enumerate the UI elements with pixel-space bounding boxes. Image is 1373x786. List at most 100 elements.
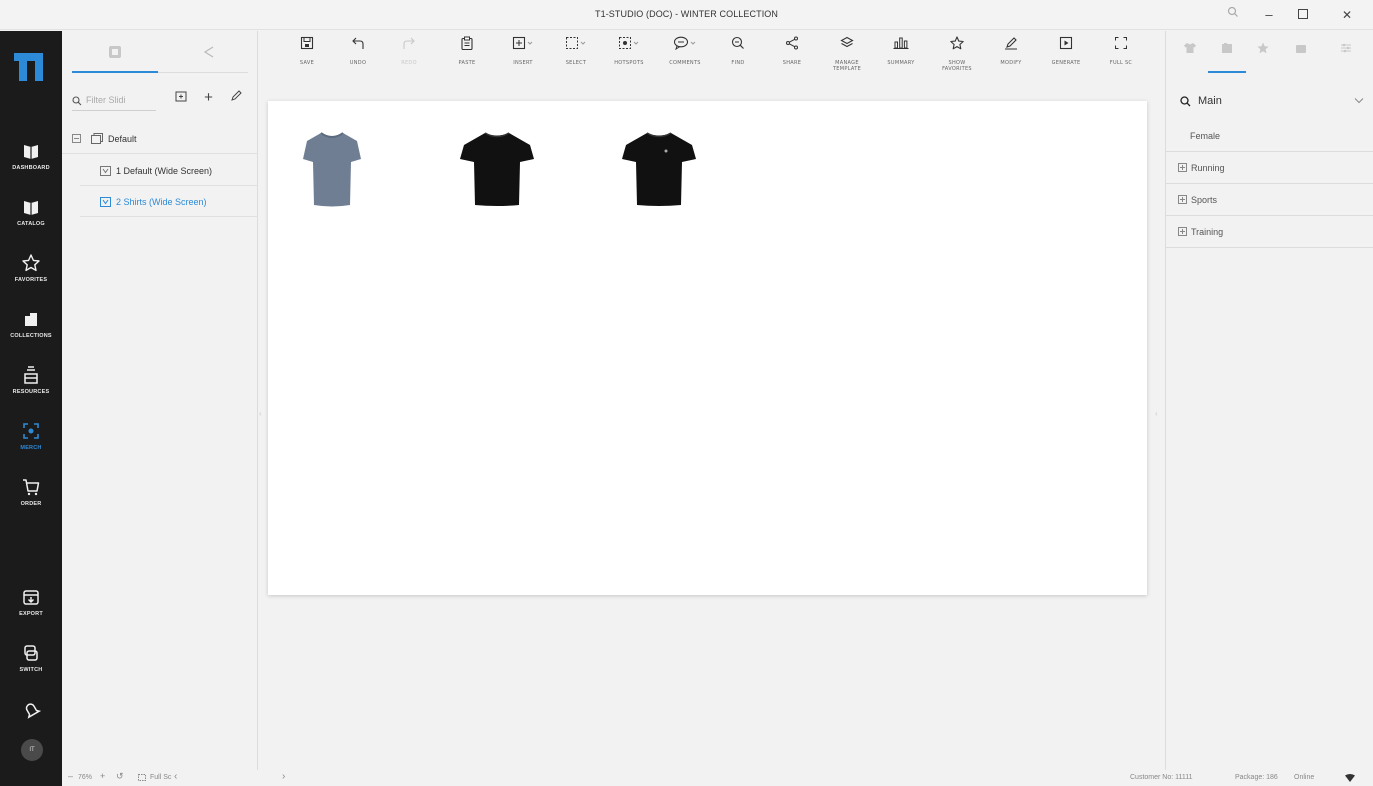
nav-dashboard[interactable]: DASHBOARD [0,141,62,171]
next-slide-button[interactable]: › [282,771,285,782]
nav-catalog-label: CATALOG [17,221,45,227]
nav-notifications[interactable] [0,699,62,719]
nav-resources[interactable]: RESOURCES [0,365,62,395]
collapse-icon[interactable] [72,134,81,143]
show-favorites-button[interactable]: SHOW FAVORITES [935,36,979,72]
tab-folders[interactable] [1291,41,1311,59]
zoom-out-button[interactable]: – [68,771,73,781]
share-icon [203,46,214,58]
undo-button[interactable]: UNDO [336,36,380,66]
prev-slide-button[interactable]: ‹ [174,771,177,782]
customer-number: Customer No: 11111 [1130,774,1193,781]
user-avatar[interactable]: IT [21,739,43,761]
category-search-dropdown[interactable]: Main [1174,89,1366,113]
expand-icon[interactable] [1178,163,1187,172]
collections-icon [25,313,37,326]
category-running[interactable]: Running [1166,152,1373,184]
status-bar: – 76% + ↺ Full Sc ‹ › Customer No: 11111… [62,770,1373,786]
edit-slide-button[interactable] [227,89,245,107]
product-black-tshirt[interactable] [458,129,536,209]
find-button[interactable]: FIND [716,36,760,66]
dashboard-icon [24,145,38,159]
fit-icon [138,774,146,781]
expand-icon[interactable] [1178,195,1187,204]
comments-label: COMMENTS [669,60,701,66]
left-panel-collapse-handle[interactable]: ‹ [259,409,262,418]
right-panel-collapse-handle[interactable]: ‹ [1155,409,1158,418]
group-header-female[interactable]: Female [1166,120,1373,152]
reset-zoom-icon[interactable]: ↺ [116,771,124,782]
tab-share[interactable] [194,45,224,65]
select-button[interactable]: SELECT [554,36,598,66]
minimize-button[interactable]: – [1258,6,1280,24]
zoom-in-button[interactable]: + [100,771,105,781]
slide-tools: + [172,89,250,111]
summary-icon [893,37,909,49]
comments-button[interactable]: COMMENTS [663,36,707,66]
fit-screen-button[interactable] [138,774,146,783]
product-black-tshirt-logo[interactable] [620,129,698,209]
hotspots-button[interactable]: HOTSPOTS [607,36,651,66]
add-slide-button[interactable]: + [199,89,217,107]
share-button[interactable]: SHARE [770,36,814,66]
nav-catalog[interactable]: CATALOG [0,197,62,227]
tab-products[interactable] [1180,41,1200,59]
active-tab-indicator [1208,71,1246,73]
insert-icon [512,36,533,50]
generate-button[interactable]: GENERATE [1044,36,1088,66]
tree-label: Default [108,134,137,144]
show-favorites-label: SHOW FAVORITES [942,60,972,72]
category-label: Sports [1191,195,1218,205]
save-button[interactable]: SAVE [285,36,329,66]
nav-switch[interactable]: SWITCH [0,643,62,673]
search-icon [72,96,82,106]
switch-icon [24,645,38,661]
resources-icon [24,366,38,384]
category-sports[interactable]: Sports [1166,184,1373,216]
nav-favorites-label: FAVORITES [14,277,48,283]
paste-button[interactable]: PASTE [445,36,489,66]
slides-icon [109,46,121,58]
tree-section-default[interactable]: Default [62,124,258,154]
select-icon [566,37,586,49]
export-icon [23,590,39,605]
modify-button[interactable]: MODIFY [989,36,1033,66]
nav-export[interactable]: EXPORT [0,587,62,617]
full-screen-button[interactable]: FULL SC [1099,36,1143,66]
tree-label: 1 Default (Wide Screen) [116,166,213,176]
fullscreen-icon [1115,37,1127,49]
filter-slides-input[interactable]: Filter Slidi [72,91,156,111]
nav-order[interactable]: ORDER [0,477,62,507]
undo-icon [352,37,364,49]
category-label: Training [1191,227,1224,237]
summary-button[interactable]: SUMMARY [879,36,923,66]
maximize-button[interactable] [1292,6,1314,24]
chevron-down-icon[interactable] [1354,97,1364,104]
category-training[interactable]: Training [1166,216,1373,248]
nav-favorites[interactable]: FAVORITES [0,253,62,283]
window-zoom-icon[interactable] [1222,6,1244,24]
tab-favorites[interactable] [1253,41,1273,59]
product-grey-tshirt[interactable] [301,129,363,209]
tab-slides[interactable] [100,45,130,65]
manage-template-label: MANAGE TEMPLATE [832,60,862,72]
add-section-button[interactable] [172,89,190,107]
tree-slide-1[interactable]: 1 Default (Wide Screen) [80,156,258,186]
tree-label: 2 Shirts (Wide Screen) [116,197,207,207]
tab-settings[interactable] [1336,41,1356,59]
insert-button[interactable]: INSERT [501,36,545,66]
close-button[interactable]: ✕ [1336,6,1358,24]
slide-canvas[interactable] [268,101,1147,595]
manage-template-button[interactable]: MANAGE TEMPLATE [825,36,869,72]
redo-button[interactable]: REDO [387,36,431,66]
nav-merch-label: MERCH [20,445,42,451]
shirt-icon [1184,43,1196,53]
expand-icon[interactable] [1178,227,1187,236]
add-section-icon [175,91,187,102]
nav-collections[interactable]: COLLECTIONS [0,309,62,339]
window-titlebar: T1-STUDIO (DOC) - WINTER COLLECTION – ✕ [0,0,1373,30]
tree-slide-2[interactable]: 2 Shirts (Wide Screen) [80,187,258,217]
tab-catalog[interactable] [1217,41,1237,59]
find-label: FIND [731,60,745,66]
nav-merch[interactable]: MERCH [0,421,62,451]
